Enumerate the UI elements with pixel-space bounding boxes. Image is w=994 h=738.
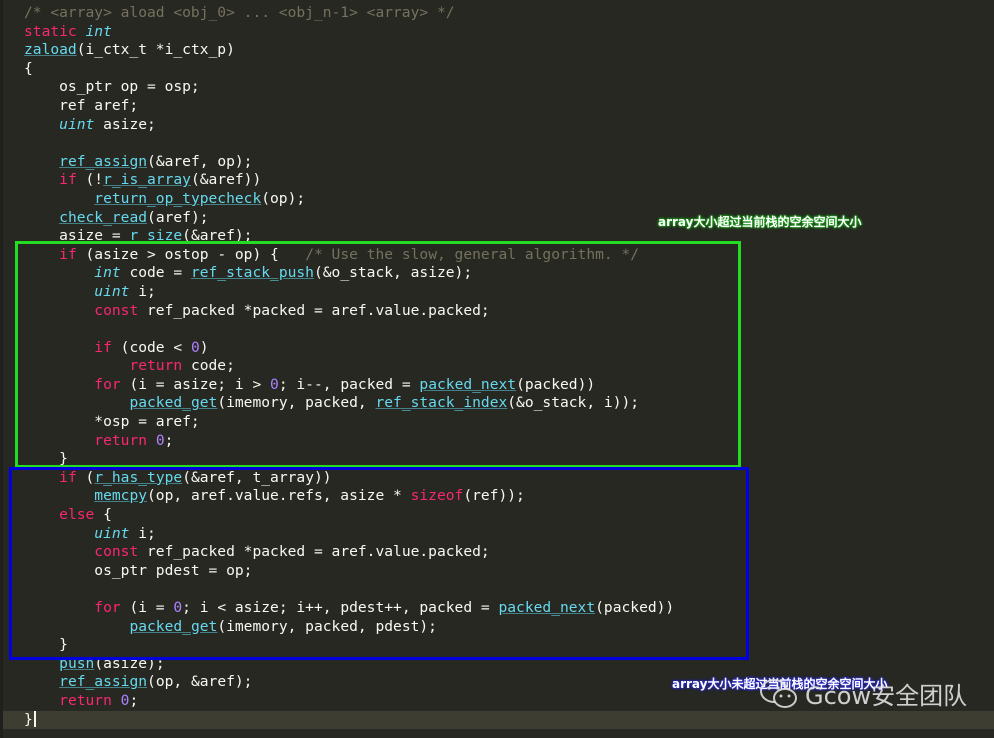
code-token: return — [59, 691, 112, 709]
code-line[interactable]: /* <array> aload <obj_0> ... <obj_n-1> <… — [24, 4, 994, 23]
code-token: if — [59, 171, 77, 189]
fast-path-highlight-box — [9, 467, 749, 660]
slow-path-annotation: array大小超过当前栈的空余空间大小 — [658, 215, 862, 229]
code-token: zaload — [24, 41, 77, 59]
code-token: (op, &aref); — [147, 673, 253, 691]
code-token: (&aref, op); — [147, 152, 253, 170]
code-token: asize; — [94, 115, 156, 133]
code-line[interactable]: os_ptr op = osp; — [24, 78, 994, 97]
watermark-text: Gcow安全团队 — [805, 682, 968, 710]
code-token: (i_ctx_t *i_ctx_p) — [76, 41, 235, 59]
code-token: r_is_array — [103, 171, 191, 189]
code-token: { — [24, 59, 33, 77]
code-line[interactable]: return_op_typecheck(op); — [24, 190, 994, 209]
code-token: static — [24, 22, 77, 40]
slow-path-highlight-box — [15, 241, 741, 468]
code-token: ; — [129, 691, 139, 709]
code-line[interactable]: uint asize; — [24, 116, 994, 135]
code-line[interactable]: ref aref; — [24, 97, 994, 116]
code-line[interactable]: zaload(i_ctx_t *i_ctx_p) — [24, 41, 994, 60]
code-token: /* <array> aload <obj_0> ... <obj_n-1> <… — [24, 4, 455, 21]
code-token: (&aref)) — [190, 171, 262, 189]
code-line[interactable]: { — [24, 60, 994, 79]
code-token: check_read — [59, 208, 148, 226]
code-token: (op); — [261, 189, 306, 207]
code-token: ref_assign — [59, 152, 148, 170]
watermark: Gcow安全团队 — [759, 676, 967, 711]
code-token: (aref); — [147, 208, 209, 226]
code-editor[interactable]: /* <array> aload <obj_0> ... <obj_n-1> <… — [0, 0, 994, 738]
code-line[interactable]: if (!r_is_array(&aref)) — [24, 171, 994, 190]
code-line[interactable]: static int — [24, 23, 994, 42]
code-line[interactable]: ref_assign(&aref, op); — [24, 153, 994, 172]
code-token: (! — [76, 171, 104, 189]
code-line[interactable]: } — [3, 710, 994, 730]
code-token: return_op_typecheck — [94, 189, 262, 207]
code-token: int — [85, 22, 112, 40]
text-cursor — [33, 710, 36, 727]
code-token: uint — [59, 115, 95, 133]
wechat-icon — [760, 678, 797, 708]
code-token: } — [24, 710, 33, 728]
code-token: os_ptr op = osp; — [24, 78, 200, 96]
code-token: ref aref; — [24, 96, 139, 114]
code-line[interactable] — [24, 134, 994, 153]
code-token: ref_assign — [59, 673, 148, 691]
